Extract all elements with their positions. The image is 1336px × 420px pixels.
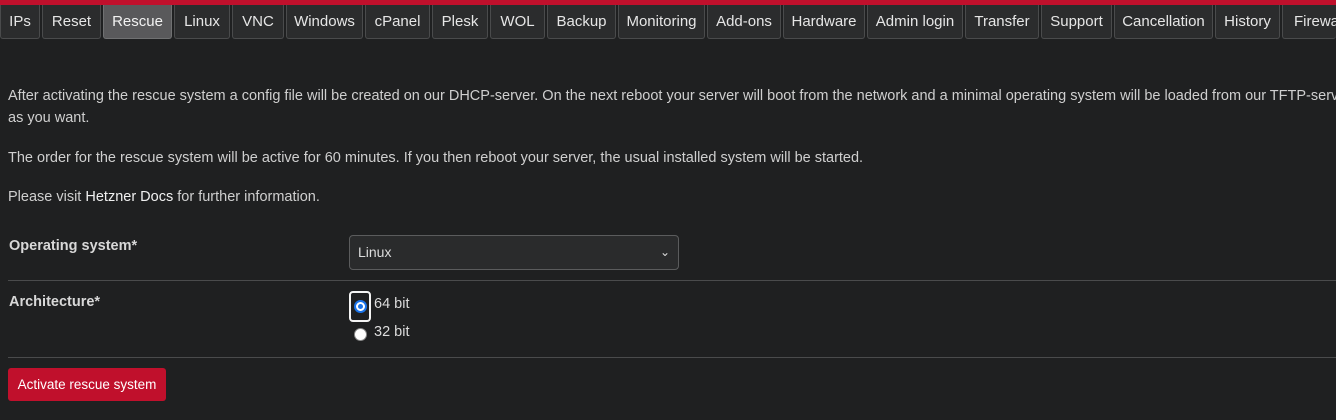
tab-add-ons[interactable]: Add-ons (707, 5, 781, 39)
activate-rescue-button[interactable]: Activate rescue system (8, 368, 166, 401)
docs-text: Please visit Hetzner Docs for further in… (8, 189, 320, 205)
os-label: Operating system* (9, 238, 138, 254)
tab-plesk[interactable]: Plesk (432, 5, 488, 39)
docs-suffix: for further information. (173, 189, 320, 205)
tab-monitoring[interactable]: Monitoring (618, 5, 705, 39)
hetzner-docs-link[interactable]: Hetzner Docs (85, 189, 173, 205)
duration-text: The order for the rescue system will be … (8, 150, 864, 166)
radio-32-bit-label[interactable]: 32 bit (374, 324, 409, 340)
form-divider-bottom (8, 357, 1336, 358)
tab-firewall[interactable]: Firewa (1282, 5, 1336, 39)
tab-history[interactable]: History (1215, 5, 1280, 39)
intro-text-line-1: After activating the rescue system a con… (8, 88, 1336, 104)
tab-cpanel[interactable]: cPanel (365, 5, 430, 39)
form-divider (8, 280, 1336, 281)
tab-cancellation[interactable]: Cancellation (1114, 5, 1213, 39)
radio-32-bit[interactable] (354, 328, 367, 341)
tab-admin-login[interactable]: Admin login (867, 5, 963, 39)
tab-linux[interactable]: Linux (174, 5, 230, 39)
tab-rescue[interactable]: Rescue (103, 5, 172, 39)
docs-prefix: Please visit (8, 189, 86, 205)
radio-64-bit[interactable] (354, 300, 367, 313)
tab-wol[interactable]: WOL (490, 5, 545, 39)
intro-text-line-2: as you want. (8, 110, 90, 126)
tab-support[interactable]: Support (1041, 5, 1112, 39)
tab-backup[interactable]: Backup (547, 5, 616, 39)
radio-64-bit-label[interactable]: 64 bit (374, 296, 409, 312)
tab-reset[interactable]: Reset (42, 5, 101, 39)
arch-label: Architecture* (9, 294, 101, 310)
os-select-value: Linux (358, 244, 392, 260)
tab-windows[interactable]: Windows (286, 5, 363, 39)
chevron-down-icon: ⌄ (659, 245, 670, 259)
tab-vnc[interactable]: VNC (232, 5, 284, 39)
tab-bar: IPs Reset Rescue Linux VNC Windows cPane… (0, 5, 1336, 41)
os-select[interactable]: Linux ⌄ (349, 235, 679, 270)
tab-transfer[interactable]: Transfer (965, 5, 1039, 39)
tab-ips[interactable]: IPs (0, 5, 40, 39)
tab-hardware[interactable]: Hardware (783, 5, 865, 39)
